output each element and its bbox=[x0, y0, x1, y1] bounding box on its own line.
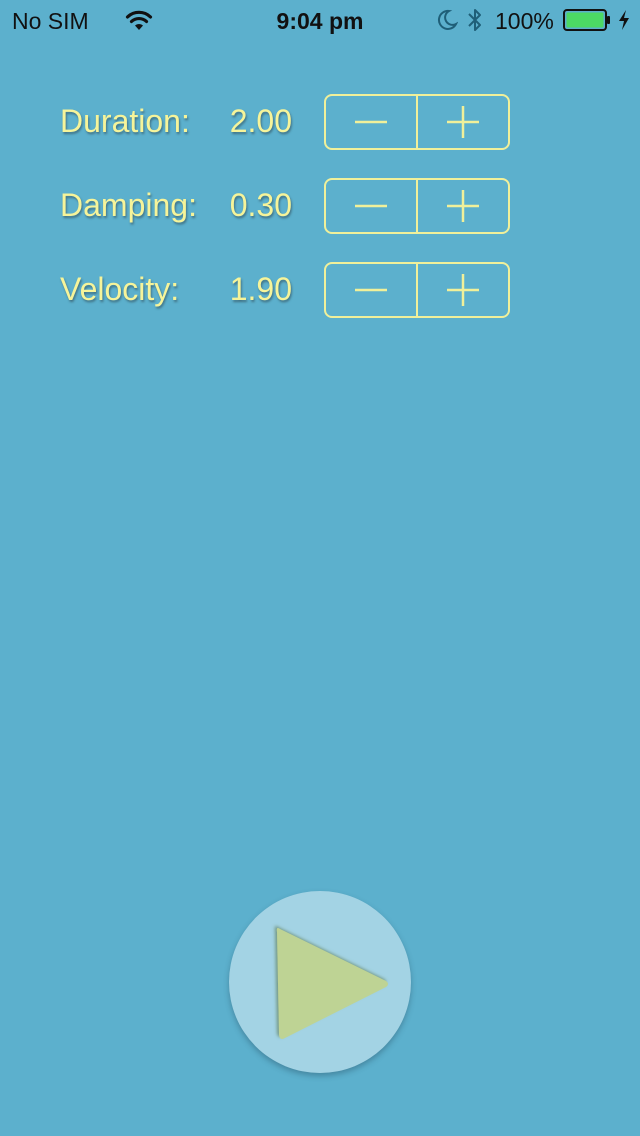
plus-icon bbox=[447, 190, 479, 222]
play-button[interactable] bbox=[229, 891, 411, 1073]
damping-decrement-button[interactable] bbox=[326, 180, 416, 232]
velocity-stepper[interactable] bbox=[324, 262, 510, 318]
damping-increment-button[interactable] bbox=[416, 180, 508, 232]
damping-row: Damping: 0.30 bbox=[0, 178, 640, 236]
minus-icon bbox=[355, 120, 387, 124]
status-bar: No SIM 9:04 pm 100% bbox=[0, 0, 640, 40]
damping-label: Damping: bbox=[60, 187, 197, 223]
play-icon bbox=[276, 928, 388, 1039]
duration-decrement-button[interactable] bbox=[326, 96, 416, 148]
duration-stepper[interactable] bbox=[324, 94, 510, 150]
velocity-value: 1.90 bbox=[229, 271, 292, 307]
battery-percent: 100% bbox=[495, 8, 554, 34]
minus-icon bbox=[355, 288, 387, 292]
duration-label: Duration: bbox=[60, 103, 190, 139]
duration-value: 2.00 bbox=[229, 103, 292, 139]
charging-bolt-icon bbox=[617, 9, 631, 31]
moon-icon bbox=[436, 9, 459, 31]
duration-row: Duration: 2.00 bbox=[0, 94, 640, 152]
bluetooth-icon bbox=[466, 7, 484, 33]
damping-value: 0.30 bbox=[229, 187, 292, 223]
velocity-row: Velocity: 1.90 bbox=[0, 262, 640, 320]
minus-icon bbox=[355, 204, 387, 208]
plus-icon bbox=[447, 106, 479, 138]
damping-stepper[interactable] bbox=[324, 178, 510, 234]
duration-increment-button[interactable] bbox=[416, 96, 508, 148]
battery-icon bbox=[563, 9, 611, 31]
plus-icon bbox=[447, 274, 479, 306]
velocity-label: Velocity: bbox=[60, 271, 180, 307]
velocity-increment-button[interactable] bbox=[416, 264, 508, 316]
velocity-decrement-button[interactable] bbox=[326, 264, 416, 316]
